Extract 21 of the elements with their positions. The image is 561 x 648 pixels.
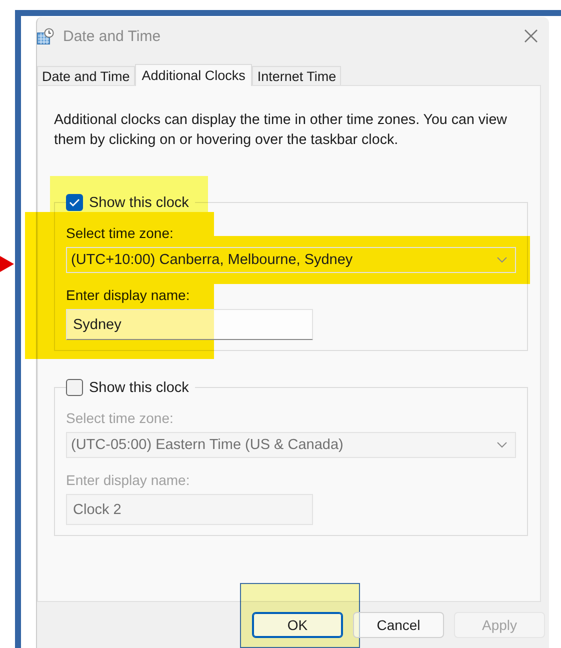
chevron-down-icon	[497, 257, 507, 263]
field-label: Enter display name:	[66, 472, 191, 488]
tab[interactable]: Internet Time	[252, 66, 342, 85]
calendar-clock-icon	[37, 28, 54, 44]
field-label: Enter display name:	[66, 287, 191, 303]
show-clock-checkbox[interactable]: Show this clock	[66, 379, 189, 396]
close-icon[interactable]	[523, 28, 539, 44]
timezone-dropdown[interactable]: (UTC+10:00) Canberra, Melbourne, Sydney	[66, 247, 516, 273]
checkmark-icon	[69, 198, 80, 207]
tab[interactable]: Additional Clocks	[134, 64, 252, 86]
field-label: Select time zone:	[66, 410, 174, 426]
chevron-down-icon	[497, 442, 507, 448]
description-text: Additional clocks can display the time in other time zones. You can view them by clicking on or hovering over the taskbar clock.	[54, 111, 508, 150]
field-label: Select time zone:	[66, 225, 174, 241]
display-name-field[interactable]: Sydney	[66, 309, 313, 340]
dialog-button[interactable]: OK	[252, 612, 343, 638]
arrow-icon	[0, 256, 14, 272]
timezone-dropdown[interactable]: (UTC-05:00) Eastern Time (US & Canada)	[66, 432, 516, 458]
tab[interactable]: Date and Time	[37, 66, 135, 85]
window-title: Date and Time	[63, 28, 162, 44]
dialog-button[interactable]: Cancel	[353, 612, 444, 638]
